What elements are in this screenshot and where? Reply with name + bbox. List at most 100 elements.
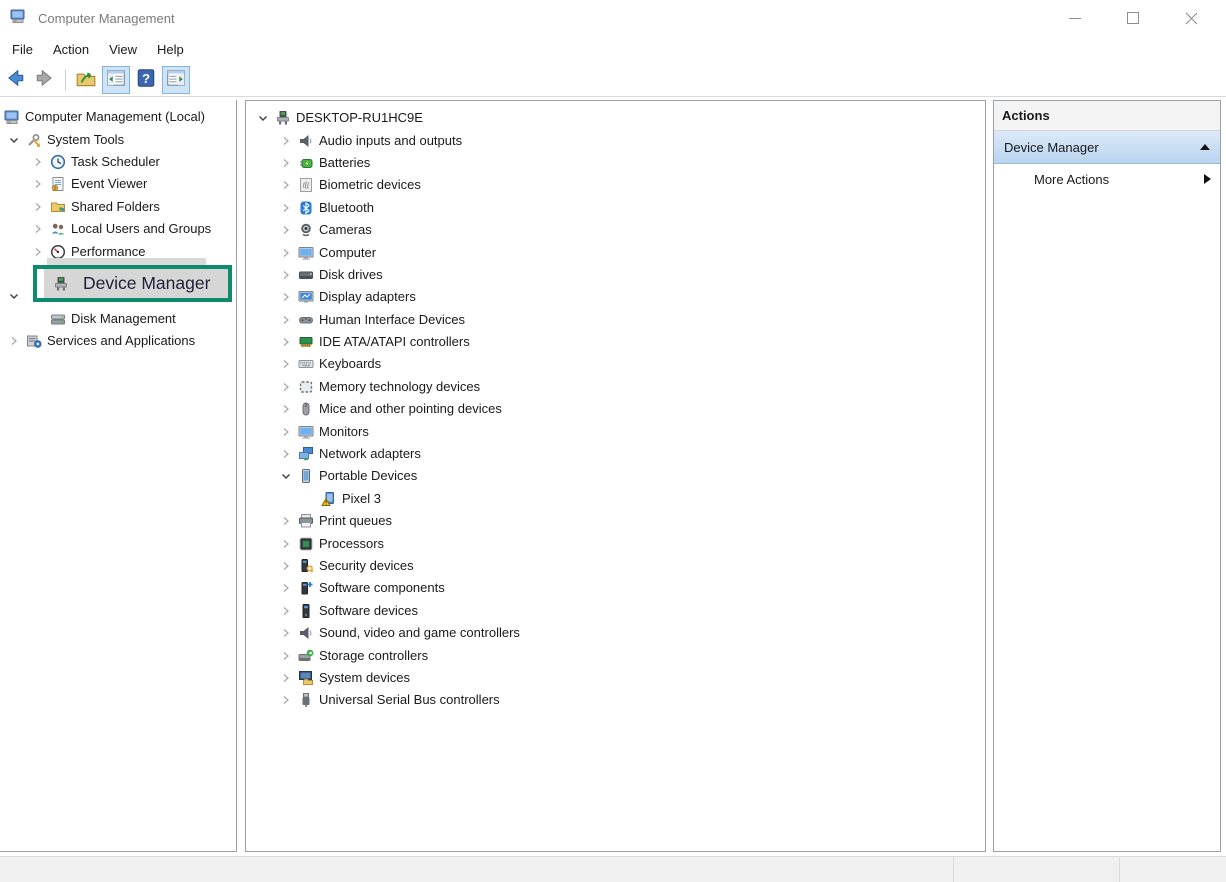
expander-collapsed-icon[interactable] bbox=[275, 580, 297, 596]
menu-view[interactable]: View bbox=[99, 38, 147, 61]
tree-item-cameras[interactable]: Cameras bbox=[246, 219, 985, 241]
system-device-icon bbox=[297, 669, 314, 686]
tree-item-software-components[interactable]: Software components bbox=[246, 577, 985, 599]
tree-item-biometric-devices[interactable]: Biometric devices bbox=[246, 174, 985, 196]
tree-item-security-devices[interactable]: Security devices bbox=[246, 555, 985, 577]
tree-item-services-and-applications[interactable]: Services and Applications bbox=[0, 330, 236, 352]
expander-collapsed-icon[interactable] bbox=[27, 221, 49, 237]
tree-item-monitors[interactable]: Monitors bbox=[246, 420, 985, 442]
tree-item-human-interface-devices[interactable]: Human Interface Devices bbox=[246, 309, 985, 331]
expander-collapsed-icon[interactable] bbox=[27, 176, 49, 192]
forward-button[interactable] bbox=[31, 66, 59, 94]
show-action-pane-button[interactable] bbox=[162, 66, 190, 94]
expander-collapsed-icon[interactable] bbox=[275, 446, 297, 462]
tree-item-disk-drives[interactable]: Disk drives bbox=[246, 264, 985, 286]
tree-item-processors[interactable]: Processors bbox=[246, 532, 985, 554]
event-viewer-icon bbox=[49, 176, 66, 193]
tree-item-keyboards[interactable]: Keyboards bbox=[246, 353, 985, 375]
tree-item-disk-management[interactable]: Disk Management bbox=[0, 308, 236, 330]
expander-collapsed-icon[interactable] bbox=[27, 199, 49, 215]
minimize-button[interactable] bbox=[1046, 0, 1104, 36]
tree-item-local-users-and-groups[interactable]: Local Users and Groups bbox=[0, 218, 236, 240]
menu-help[interactable]: Help bbox=[147, 38, 194, 61]
expander-collapsed-icon[interactable] bbox=[275, 379, 297, 395]
expander-collapsed-icon[interactable] bbox=[275, 536, 297, 552]
expander-collapsed-icon[interactable] bbox=[275, 670, 297, 686]
submenu-arrow-icon bbox=[1204, 174, 1211, 184]
expander-space bbox=[27, 311, 49, 327]
expander-expanded-icon[interactable] bbox=[275, 468, 297, 484]
expander-collapsed-icon[interactable] bbox=[275, 312, 297, 328]
tree-item-mice-and-other-pointing-devices[interactable]: Mice and other pointing devices bbox=[246, 398, 985, 420]
expander-collapsed-icon[interactable] bbox=[275, 356, 297, 372]
tree-item-display-adapters[interactable]: Display adapters bbox=[246, 286, 985, 308]
tree-item-system-devices[interactable]: System devices bbox=[246, 667, 985, 689]
expander-collapsed-icon[interactable] bbox=[275, 424, 297, 440]
tree-item-print-queues[interactable]: Print queues bbox=[246, 510, 985, 532]
tree-item-software-devices[interactable]: Software devices bbox=[246, 600, 985, 622]
system-tools-icon bbox=[25, 131, 42, 148]
expander-expanded-icon[interactable] bbox=[3, 288, 25, 304]
expander-collapsed-icon[interactable] bbox=[275, 289, 297, 305]
tree-item-event-viewer[interactable]: Event Viewer bbox=[0, 173, 236, 195]
tree-item-shared-folders[interactable]: Shared Folders bbox=[0, 196, 236, 218]
expander-expanded-icon[interactable] bbox=[3, 132, 25, 148]
more-actions-item[interactable]: More Actions bbox=[994, 164, 1220, 194]
annotation-label: Device Manager bbox=[83, 273, 210, 294]
tree-item-sound-video-and-game-controllers[interactable]: Sound, video and game controllers bbox=[246, 622, 985, 644]
expander-collapsed-icon[interactable] bbox=[275, 267, 297, 283]
expander-collapsed-icon[interactable] bbox=[3, 333, 25, 349]
expander-collapsed-icon[interactable] bbox=[27, 244, 49, 260]
expander-collapsed-icon[interactable] bbox=[275, 625, 297, 641]
tree-item-batteries[interactable]: Batteries bbox=[246, 152, 985, 174]
expander-collapsed-icon[interactable] bbox=[275, 133, 297, 149]
expander-collapsed-icon[interactable] bbox=[275, 558, 297, 574]
expander-collapsed-icon[interactable] bbox=[275, 200, 297, 216]
menu-action[interactable]: Action bbox=[43, 38, 99, 61]
expander-collapsed-icon[interactable] bbox=[275, 334, 297, 350]
expander-collapsed-icon[interactable] bbox=[275, 155, 297, 171]
ide-icon bbox=[297, 334, 314, 351]
device-manager-icon bbox=[274, 110, 291, 127]
expander-expanded-icon[interactable] bbox=[252, 110, 274, 126]
tree-item-label: Human Interface Devices bbox=[319, 312, 465, 328]
tree-item-audio-inputs-and-outputs[interactable]: Audio inputs and outputs bbox=[246, 129, 985, 151]
close-button[interactable] bbox=[1162, 0, 1220, 36]
expander-collapsed-icon[interactable] bbox=[275, 648, 297, 664]
tree-item-desktop-ru1hc9e[interactable]: DESKTOP-RU1HC9E bbox=[246, 107, 985, 129]
expander-collapsed-icon[interactable] bbox=[275, 603, 297, 619]
show-console-tree-button[interactable] bbox=[102, 66, 130, 94]
tree-item-bluetooth[interactable]: Bluetooth bbox=[246, 197, 985, 219]
collapse-group-icon[interactable] bbox=[1200, 144, 1210, 150]
tree-item-universal-serial-bus-controllers[interactable]: Universal Serial Bus controllers bbox=[246, 689, 985, 711]
tree-item-computer[interactable]: Computer bbox=[246, 241, 985, 263]
expander-collapsed-icon[interactable] bbox=[27, 154, 49, 170]
tree-item-pixel-3[interactable]: Pixel 3 bbox=[246, 488, 985, 510]
tree-item-label: System devices bbox=[319, 670, 410, 686]
back-button[interactable] bbox=[1, 66, 29, 94]
tree-item-task-scheduler[interactable]: Task Scheduler bbox=[0, 151, 236, 173]
disk-mgmt-icon bbox=[49, 310, 66, 327]
menu-file[interactable]: File bbox=[2, 38, 43, 61]
expander-collapsed-icon[interactable] bbox=[275, 692, 297, 708]
expander-collapsed-icon[interactable] bbox=[275, 513, 297, 529]
tree-item-memory-technology-devices[interactable]: Memory technology devices bbox=[246, 376, 985, 398]
tree-item-core: Monitors bbox=[297, 420, 373, 442]
help-button[interactable]: ? bbox=[132, 66, 160, 94]
tree-item-computer-management-local[interactable]: Computer Management (Local) bbox=[0, 106, 236, 128]
help-icon: ? bbox=[135, 67, 157, 92]
maximize-button[interactable] bbox=[1104, 0, 1162, 36]
tree-item-core: IDE ATA/ATAPI controllers bbox=[297, 331, 474, 353]
console-tree-pane: Computer Management (Local)System ToolsT… bbox=[0, 100, 237, 852]
expander-collapsed-icon[interactable] bbox=[275, 177, 297, 193]
expander-collapsed-icon[interactable] bbox=[275, 222, 297, 238]
actions-group-device-manager[interactable]: Device Manager bbox=[994, 131, 1220, 164]
tree-item-storage-controllers[interactable]: Storage controllers bbox=[246, 644, 985, 666]
tree-item-ide-ata-atapi-controllers[interactable]: IDE ATA/ATAPI controllers bbox=[246, 331, 985, 353]
folder-arrow-button[interactable] bbox=[72, 66, 100, 94]
tree-item-portable-devices[interactable]: Portable Devices bbox=[246, 465, 985, 487]
tree-item-network-adapters[interactable]: Network adapters bbox=[246, 443, 985, 465]
expander-collapsed-icon[interactable] bbox=[275, 401, 297, 417]
tree-item-system-tools[interactable]: System Tools bbox=[0, 128, 236, 150]
expander-collapsed-icon[interactable] bbox=[275, 245, 297, 261]
